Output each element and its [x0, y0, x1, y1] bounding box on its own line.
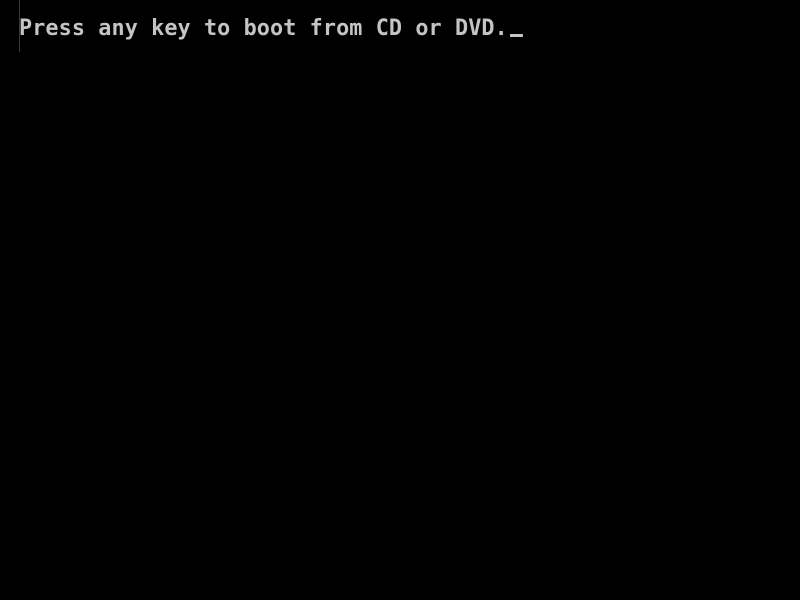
text-cursor-icon [509, 34, 523, 37]
boot-prompt-line: Press any key to boot from CD or DVD. [19, 16, 523, 42]
boot-prompt-text: Press any key to boot from CD or DVD. [19, 16, 508, 41]
boot-screen[interactable]: Press any key to boot from CD or DVD. [0, 0, 800, 600]
